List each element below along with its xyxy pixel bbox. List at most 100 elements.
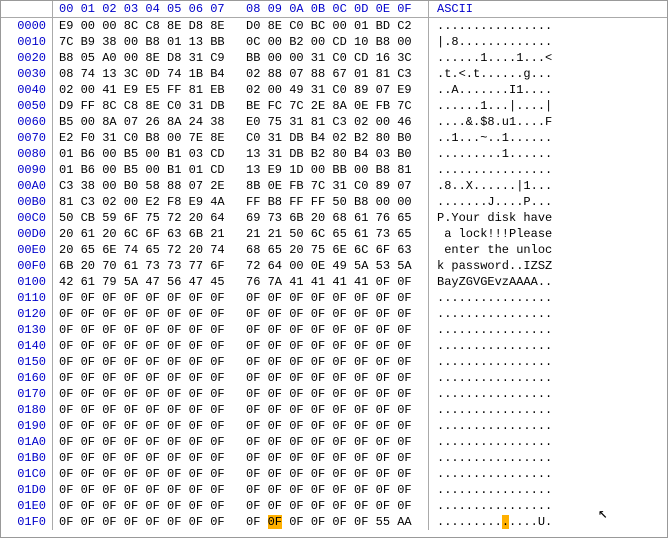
hex-bytes-left[interactable]: 0F 0F 0F 0F 0F 0F 0F 0F: [53, 386, 236, 402]
hex-bytes-left[interactable]: 7C B9 38 00 B8 01 13 BB: [53, 34, 236, 50]
hex-bytes-right[interactable]: 02 00 49 31 C0 89 07 E9: [246, 82, 429, 98]
hex-bytes-left[interactable]: 0F 0F 0F 0F 0F 0F 0F 0F: [53, 482, 236, 498]
hex-bytes-right[interactable]: C0 31 DB B4 02 B2 80 B0: [246, 130, 429, 146]
hex-row[interactable]: 01300F 0F 0F 0F 0F 0F 0F 0F0F 0F 0F 0F 0…: [1, 322, 667, 338]
hex-row[interactable]: 00A0C3 38 00 B0 58 88 07 2E8B 0E FB 7C 3…: [1, 178, 667, 194]
hex-bytes-right[interactable]: 13 E9 1D 00 BB 00 B8 81: [246, 162, 429, 178]
hex-bytes-right[interactable]: 72 64 00 0E 49 5A 53 5A: [246, 258, 429, 274]
hex-row[interactable]: 010042 61 79 5A 47 56 47 4576 7A 41 41 4…: [1, 274, 667, 290]
hex-row[interactable]: 01C00F 0F 0F 0F 0F 0F 0F 0F0F 0F 0F 0F 0…: [1, 466, 667, 482]
hex-bytes-right[interactable]: 8B 0E FB 7C 31 C0 89 07: [246, 178, 429, 194]
hex-bytes-left[interactable]: 0F 0F 0F 0F 0F 0F 0F 0F: [53, 450, 236, 466]
hex-row[interactable]: 01100F 0F 0F 0F 0F 0F 0F 0F0F 0F 0F 0F 0…: [1, 290, 667, 306]
hex-bytes-left[interactable]: 42 61 79 5A 47 56 47 45: [53, 274, 236, 290]
ascii-cell[interactable]: ....&.$8.u1....F: [429, 114, 552, 130]
hex-bytes-right[interactable]: E0 75 31 81 C3 02 00 46: [246, 114, 429, 130]
hex-bytes-left[interactable]: 0F 0F 0F 0F 0F 0F 0F 0F: [53, 322, 236, 338]
hex-row[interactable]: 00C050 CB 59 6F 75 72 20 6469 73 6B 20 6…: [1, 210, 667, 226]
hex-row[interactable]: 01A00F 0F 0F 0F 0F 0F 0F 0F0F 0F 0F 0F 0…: [1, 434, 667, 450]
hex-row[interactable]: 008001 B6 00 B5 00 B1 03 CD13 31 DB B2 8…: [1, 146, 667, 162]
ascii-cell[interactable]: ......1....1...<: [429, 50, 552, 66]
ascii-cell[interactable]: ................: [429, 498, 552, 514]
ascii-cell[interactable]: .......J....P...: [429, 194, 552, 210]
hex-bytes-right[interactable]: 0F 0F 0F 0F 0F 0F 0F 0F: [246, 306, 429, 322]
ascii-cell[interactable]: P.Your disk have: [429, 210, 552, 226]
hex-bytes-right[interactable]: 0F 0F 0F 0F 0F 0F 0F 0F: [246, 402, 429, 418]
hex-bytes-left[interactable]: 20 61 20 6C 6F 63 6B 21: [53, 226, 236, 242]
ascii-cell[interactable]: ................: [429, 290, 552, 306]
hex-row[interactable]: 01900F 0F 0F 0F 0F 0F 0F 0F0F 0F 0F 0F 0…: [1, 418, 667, 434]
hex-bytes-left[interactable]: 0F 0F 0F 0F 0F 0F 0F 0F: [53, 418, 236, 434]
ascii-cell[interactable]: ................: [429, 306, 552, 322]
hex-bytes-left[interactable]: C3 38 00 B0 58 88 07 2E: [53, 178, 236, 194]
hex-row[interactable]: 0020B8 05 A0 00 8E D8 31 C9BB 00 00 31 C…: [1, 50, 667, 66]
hex-bytes-left[interactable]: 0F 0F 0F 0F 0F 0F 0F 0F: [53, 466, 236, 482]
hex-bytes-right[interactable]: 0F 0F 0F 0F 0F 0F 55 AA: [246, 514, 429, 530]
ascii-cell[interactable]: ................: [429, 450, 552, 466]
hex-bytes-left[interactable]: 0F 0F 0F 0F 0F 0F 0F 0F: [53, 402, 236, 418]
hex-bytes-right[interactable]: 69 73 6B 20 68 61 76 65: [246, 210, 429, 226]
hex-row[interactable]: 003008 74 13 3C 0D 74 1B B402 88 07 88 6…: [1, 66, 667, 82]
ascii-cell[interactable]: ..A.......I1....: [429, 82, 552, 98]
hex-bytes-right[interactable]: 0F 0F 0F 0F 0F 0F 0F 0F: [246, 450, 429, 466]
hex-row[interactable]: 00F06B 20 70 61 73 73 77 6F72 64 00 0E 4…: [1, 258, 667, 274]
hex-row[interactable]: 01600F 0F 0F 0F 0F 0F 0F 0F0F 0F 0F 0F 0…: [1, 370, 667, 386]
hex-row[interactable]: 01400F 0F 0F 0F 0F 0F 0F 0F0F 0F 0F 0F 0…: [1, 338, 667, 354]
hex-row[interactable]: 00D020 61 20 6C 6F 63 6B 2121 21 50 6C 6…: [1, 226, 667, 242]
hex-bytes-right[interactable]: 0F 0F 0F 0F 0F 0F 0F 0F: [246, 354, 429, 370]
ascii-cell[interactable]: k password..IZSZ: [429, 258, 552, 274]
ascii-cell[interactable]: ..1...~..1......: [429, 130, 552, 146]
hex-bytes-left[interactable]: 0F 0F 0F 0F 0F 0F 0F 0F: [53, 370, 236, 386]
ascii-cell[interactable]: ................: [429, 322, 552, 338]
hex-bytes-left[interactable]: 01 B6 00 B5 00 B1 03 CD: [53, 146, 236, 162]
ascii-cell[interactable]: ................: [429, 162, 552, 178]
hex-bytes-left[interactable]: 0F 0F 0F 0F 0F 0F 0F 0F: [53, 354, 236, 370]
ascii-cell[interactable]: ................: [429, 386, 552, 402]
hex-row[interactable]: 01800F 0F 0F 0F 0F 0F 0F 0F0F 0F 0F 0F 0…: [1, 402, 667, 418]
ascii-cell[interactable]: ................: [429, 418, 552, 434]
hex-bytes-right[interactable]: 0F 0F 0F 0F 0F 0F 0F 0F: [246, 418, 429, 434]
hex-bytes-right[interactable]: 13 31 DB B2 80 B4 03 B0: [246, 146, 429, 162]
ascii-cell[interactable]: ................: [429, 402, 552, 418]
hex-row[interactable]: 01200F 0F 0F 0F 0F 0F 0F 0F0F 0F 0F 0F 0…: [1, 306, 667, 322]
hex-bytes-right[interactable]: 0F 0F 0F 0F 0F 0F 0F 0F: [246, 290, 429, 306]
hex-bytes-left[interactable]: 0F 0F 0F 0F 0F 0F 0F 0F: [53, 338, 236, 354]
selected-ascii[interactable]: .: [502, 515, 509, 529]
hex-bytes-right[interactable]: 02 88 07 88 67 01 81 C3: [246, 66, 429, 82]
ascii-cell[interactable]: ......1...|....|: [429, 98, 552, 114]
ascii-cell[interactable]: ..............U.: [429, 514, 552, 530]
hex-bytes-right[interactable]: 68 65 20 75 6E 6C 6F 63: [246, 242, 429, 258]
hex-bytes-right[interactable]: 0F 0F 0F 0F 0F 0F 0F 0F: [246, 322, 429, 338]
ascii-cell[interactable]: ................: [429, 434, 552, 450]
hex-row[interactable]: 01700F 0F 0F 0F 0F 0F 0F 0F0F 0F 0F 0F 0…: [1, 386, 667, 402]
hex-bytes-right[interactable]: 76 7A 41 41 41 41 0F 0F: [246, 274, 429, 290]
hex-bytes-right[interactable]: 0F 0F 0F 0F 0F 0F 0F 0F: [246, 498, 429, 514]
hex-bytes-right[interactable]: 0F 0F 0F 0F 0F 0F 0F 0F: [246, 466, 429, 482]
hex-bytes-left[interactable]: B5 00 8A 07 26 8A 24 38: [53, 114, 236, 130]
hex-bytes-left[interactable]: 81 C3 02 00 E2 F8 E9 4A: [53, 194, 236, 210]
hex-row[interactable]: 009001 B6 00 B5 00 B1 01 CD13 E9 1D 00 B…: [1, 162, 667, 178]
ascii-cell[interactable]: enter the unloc: [429, 242, 552, 258]
hex-row[interactable]: 01F00F 0F 0F 0F 0F 0F 0F 0F0F 0F 0F 0F 0…: [1, 514, 667, 530]
hex-bytes-left[interactable]: 20 65 6E 74 65 72 20 74: [53, 242, 236, 258]
hex-row[interactable]: 0050D9 FF 8C C8 8E C0 31 DBBE FC 7C 2E 8…: [1, 98, 667, 114]
hex-bytes-left[interactable]: 6B 20 70 61 73 73 77 6F: [53, 258, 236, 274]
hex-viewer[interactable]: 00 01 02 03 04 05 06 07 08 09 0A 0B 0C 0…: [0, 0, 668, 538]
hex-bytes-right[interactable]: 0F 0F 0F 0F 0F 0F 0F 0F: [246, 482, 429, 498]
hex-bytes-right[interactable]: 0F 0F 0F 0F 0F 0F 0F 0F: [246, 434, 429, 450]
ascii-cell[interactable]: ................: [429, 354, 552, 370]
hex-bytes-left[interactable]: 0F 0F 0F 0F 0F 0F 0F 0F: [53, 434, 236, 450]
ascii-cell[interactable]: .8..X......|1...: [429, 178, 552, 194]
hex-row[interactable]: 01500F 0F 0F 0F 0F 0F 0F 0F0F 0F 0F 0F 0…: [1, 354, 667, 370]
hex-row[interactable]: 00E020 65 6E 74 65 72 20 7468 65 20 75 6…: [1, 242, 667, 258]
hex-bytes-left[interactable]: E2 F0 31 C0 B8 00 7E 8E: [53, 130, 236, 146]
hex-bytes-left[interactable]: B8 05 A0 00 8E D8 31 C9: [53, 50, 236, 66]
hex-row[interactable]: 00107C B9 38 00 B8 01 13 BB0C 00 B2 00 C…: [1, 34, 667, 50]
hex-row[interactable]: 004002 00 41 E9 E5 FF 81 EB02 00 49 31 C…: [1, 82, 667, 98]
hex-bytes-right[interactable]: 0C 00 B2 00 CD 10 B8 00: [246, 34, 429, 50]
hex-bytes-right[interactable]: 0F 0F 0F 0F 0F 0F 0F 0F: [246, 338, 429, 354]
hex-bytes-right[interactable]: BE FC 7C 2E 8A 0E FB 7C: [246, 98, 429, 114]
ascii-cell[interactable]: ................: [429, 370, 552, 386]
hex-bytes-left[interactable]: 0F 0F 0F 0F 0F 0F 0F 0F: [53, 306, 236, 322]
selected-byte[interactable]: 0F: [268, 515, 282, 529]
